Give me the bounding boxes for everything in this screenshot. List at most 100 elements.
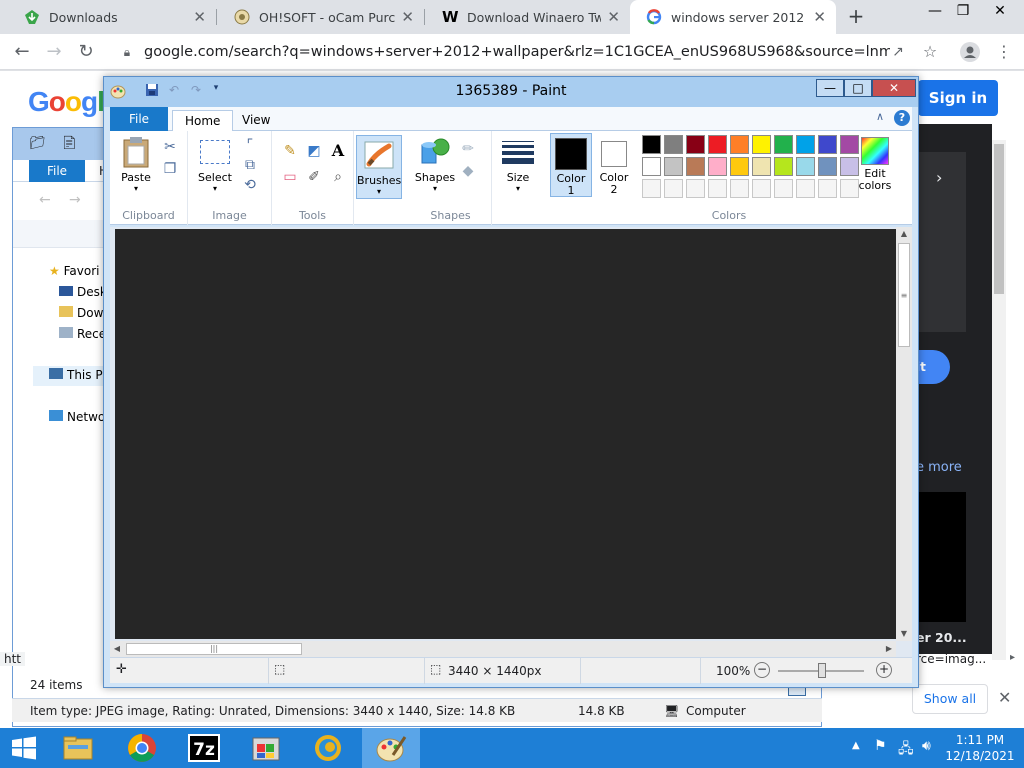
shapes-button[interactable]: Shapes ▾ bbox=[414, 137, 456, 193]
color1-button[interactable]: Color 1 bbox=[550, 133, 592, 197]
custom-color-slot[interactable] bbox=[796, 179, 815, 198]
show-hidden-icons[interactable]: ▲ bbox=[852, 740, 860, 751]
zoom-slider-thumb[interactable] bbox=[818, 663, 826, 678]
new-tab-button[interactable]: + bbox=[844, 5, 868, 29]
magnifier-icon[interactable]: ⌕ bbox=[328, 167, 348, 187]
scroll-right-icon[interactable]: ▸ bbox=[1010, 652, 1015, 663]
action-center-icon[interactable]: ⚑ bbox=[874, 738, 887, 754]
palette-swatch[interactable] bbox=[664, 135, 683, 154]
minimize-icon[interactable]: — bbox=[920, 0, 950, 22]
paint-view-tab[interactable]: View bbox=[230, 110, 282, 131]
bookmark-star-icon[interactable]: ☆ bbox=[916, 38, 944, 66]
nav-favorites[interactable]: ★ Favori bbox=[49, 264, 99, 278]
paint-titlebar[interactable]: ↶ ↷ ▾ 1365389 - Paint — □ ✕ bbox=[104, 77, 918, 107]
paint-home-tab[interactable]: Home bbox=[172, 110, 234, 131]
related-image[interactable] bbox=[918, 492, 966, 622]
network-tray-icon[interactable]: 🖧︎ bbox=[898, 738, 914, 762]
outline-icon[interactable]: ✏ bbox=[458, 139, 478, 159]
share-icon[interactable]: ↗ bbox=[884, 38, 912, 66]
back-icon[interactable]: ← bbox=[8, 38, 36, 66]
sign-in-button[interactable]: Sign in bbox=[918, 80, 998, 116]
close-tab-icon[interactable]: ✕ bbox=[401, 8, 414, 26]
next-arrow-icon[interactable]: › bbox=[936, 168, 942, 187]
taskbar-chrome[interactable] bbox=[118, 728, 166, 768]
help-icon[interactable]: ? bbox=[894, 110, 910, 126]
taskbar-edge-beta[interactable] bbox=[304, 728, 352, 768]
taskbar-paint[interactable] bbox=[362, 728, 420, 768]
visit-button[interactable]: it bbox=[914, 350, 950, 384]
taskbar-file-explorer[interactable] bbox=[54, 728, 102, 768]
cut-icon[interactable]: ✂ bbox=[160, 137, 180, 157]
tab-downloads[interactable]: Downloads ✕ bbox=[8, 0, 216, 34]
copy-icon[interactable]: ❐ bbox=[160, 159, 180, 179]
see-more-link[interactable]: e more bbox=[916, 460, 962, 475]
palette-swatch[interactable] bbox=[796, 157, 815, 176]
palette-swatch[interactable] bbox=[708, 157, 727, 176]
scroll-down-icon[interactable]: ▼ bbox=[896, 627, 912, 641]
custom-color-slot[interactable] bbox=[642, 179, 661, 198]
forward-icon[interactable]: → bbox=[40, 38, 68, 66]
pencil-icon[interactable]: ✎ bbox=[280, 141, 300, 161]
text-tool-icon[interactable]: A bbox=[328, 141, 348, 161]
properties-icon[interactable]: 📄︎ bbox=[61, 136, 78, 151]
restore-icon[interactable]: ❐ bbox=[948, 0, 978, 22]
palette-swatch[interactable] bbox=[642, 157, 661, 176]
image-canvas[interactable] bbox=[115, 229, 896, 639]
close-tab-icon[interactable]: ✕ bbox=[607, 8, 620, 26]
system-clock[interactable]: 1:11 PM 12/18/2021 bbox=[944, 732, 1016, 764]
explorer-back-icon[interactable]: ← bbox=[39, 192, 51, 208]
nav-desktop[interactable]: Desk bbox=[59, 285, 107, 299]
paint-minimize-icon[interactable]: — bbox=[816, 79, 844, 97]
close-window-icon[interactable]: ✕ bbox=[984, 0, 1016, 22]
scroll-left-icon[interactable]: ◀ bbox=[110, 641, 124, 657]
custom-color-slot[interactable] bbox=[752, 179, 771, 198]
horizontal-scroll-thumb[interactable]: ||| bbox=[126, 643, 302, 655]
volume-icon[interactable]: 🔊︎ bbox=[922, 738, 931, 754]
rotate-icon[interactable]: ⟲ bbox=[240, 175, 260, 195]
explorer-file-tab[interactable]: File bbox=[29, 160, 85, 182]
zoom-in-icon[interactable]: + bbox=[876, 662, 892, 678]
nav-recent[interactable]: Rece bbox=[59, 327, 106, 341]
custom-color-slot[interactable] bbox=[818, 179, 837, 198]
palette-swatch[interactable] bbox=[664, 157, 683, 176]
palette-swatch[interactable] bbox=[686, 157, 705, 176]
palette-swatch[interactable] bbox=[774, 135, 793, 154]
taskbar-7zip[interactable]: 7z bbox=[180, 728, 228, 768]
color-picker-icon[interactable]: ✐ bbox=[304, 167, 324, 187]
custom-color-slot[interactable] bbox=[664, 179, 683, 198]
eraser-icon[interactable]: ▭ bbox=[280, 167, 300, 187]
close-downloads-bar-icon[interactable]: ✕ bbox=[998, 688, 1011, 707]
custom-color-slot[interactable] bbox=[730, 179, 749, 198]
crop-icon[interactable]: ⌜ bbox=[240, 135, 260, 155]
palette-swatch[interactable] bbox=[730, 135, 749, 154]
collapse-ribbon-icon[interactable]: ∧ bbox=[876, 110, 884, 123]
tab-google-images[interactable]: windows server 2012 wallp ✕ bbox=[630, 0, 836, 34]
palette-swatch[interactable] bbox=[818, 157, 837, 176]
paste-button[interactable]: Paste ▾ bbox=[116, 137, 156, 193]
fill-bucket-icon[interactable]: ◩ bbox=[304, 141, 324, 161]
custom-color-slot[interactable] bbox=[686, 179, 705, 198]
palette-swatch[interactable] bbox=[686, 135, 705, 154]
address-bar[interactable]: 🔒︎ google.com/search?q=windows+server+20… bbox=[110, 37, 950, 67]
vertical-scroll-thumb[interactable]: ≡ bbox=[898, 243, 910, 347]
tab-ohsoft[interactable]: OH!SOFT - oCam Purchase ✕ bbox=[218, 0, 424, 34]
scroll-right-icon[interactable]: ▶ bbox=[882, 641, 896, 657]
start-button[interactable] bbox=[0, 728, 48, 768]
color2-button[interactable]: Color 2 bbox=[594, 133, 634, 197]
nav-network[interactable]: Netwo bbox=[49, 410, 105, 424]
scroll-thumb[interactable] bbox=[994, 144, 1004, 294]
paint-close-icon[interactable]: ✕ bbox=[872, 79, 916, 97]
chrome-menu-icon[interactable]: ⋮ bbox=[990, 38, 1018, 66]
brushes-button[interactable]: Brushes ▾ bbox=[356, 135, 402, 199]
explorer-forward-icon[interactable]: → bbox=[69, 192, 81, 208]
close-tab-icon[interactable]: ✕ bbox=[813, 8, 826, 26]
resize-icon[interactable]: ⧉ bbox=[240, 155, 260, 175]
edit-colors-button[interactable]: Edit colors bbox=[852, 137, 898, 192]
scroll-up-icon[interactable]: ▲ bbox=[896, 227, 912, 241]
fill-icon[interactable]: ◆ bbox=[458, 161, 478, 181]
palette-swatch[interactable] bbox=[774, 157, 793, 176]
show-all-downloads-button[interactable]: Show all bbox=[912, 684, 988, 714]
zoom-out-icon[interactable]: − bbox=[754, 662, 770, 678]
palette-swatch[interactable] bbox=[752, 157, 771, 176]
paint-maximize-icon[interactable]: □ bbox=[844, 79, 872, 97]
